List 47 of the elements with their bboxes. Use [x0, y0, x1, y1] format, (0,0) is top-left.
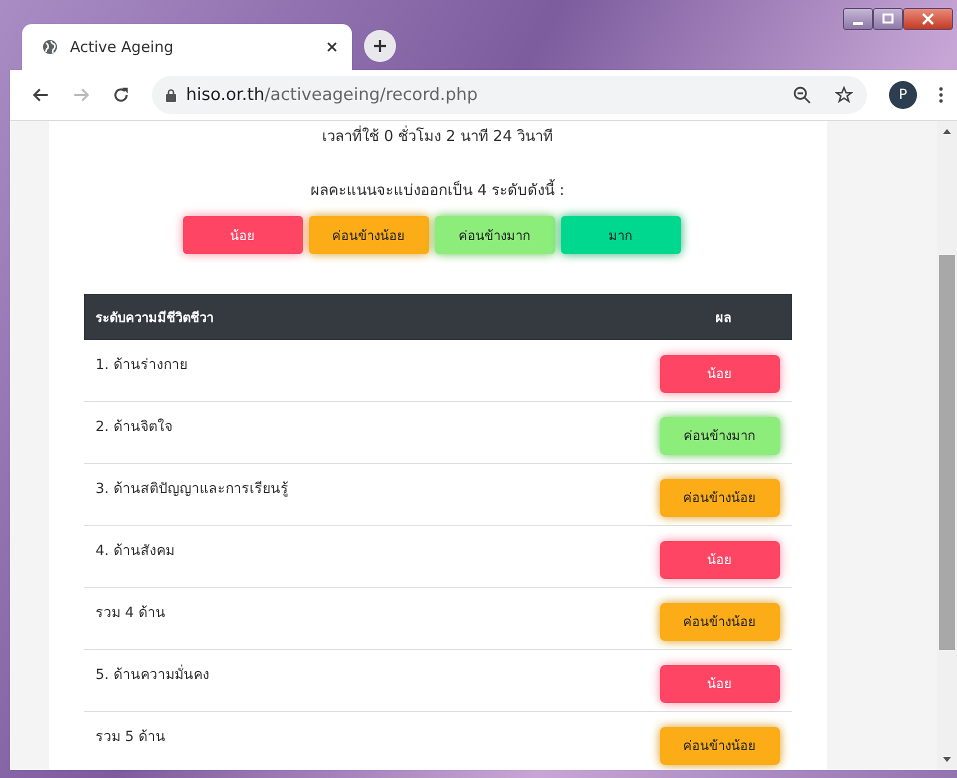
- result-badge: น้อย: [660, 540, 780, 578]
- minimize-icon: [853, 22, 863, 24]
- maximize-icon: [882, 13, 894, 25]
- address-bar[interactable]: hiso.or.th/activeageing/record.php: [152, 76, 867, 114]
- tab-title: Active Ageing: [70, 38, 174, 56]
- close-icon: [922, 13, 934, 25]
- scrollbar[interactable]: [937, 121, 957, 770]
- back-arrow-icon[interactable]: [32, 86, 50, 104]
- result-badge: น้อย: [660, 354, 780, 392]
- close-icon[interactable]: [326, 41, 338, 53]
- browser-tab[interactable]: Active Ageing: [22, 24, 352, 70]
- level-badge: น้อย: [182, 216, 302, 254]
- level-badge: มาก: [560, 216, 680, 254]
- scroll-down-icon[interactable]: [943, 757, 951, 763]
- maximize-button[interactable]: [873, 8, 903, 30]
- level-badge: ค่อนข้างมาก: [434, 216, 554, 254]
- result-badge: ค่อนข้างมาก: [660, 416, 780, 454]
- lock-icon: [166, 88, 176, 102]
- scroll-up-icon[interactable]: [943, 128, 951, 134]
- result-badge: น้อย: [660, 664, 780, 702]
- table-cell-text: 3. ด้านสติปัญญาและการเรียนรู้: [96, 480, 288, 499]
- star-icon[interactable]: [835, 86, 853, 104]
- globe-icon: [42, 39, 58, 55]
- table-cell-text: รวม 5 ด้าน: [96, 728, 166, 747]
- result-badge: ค่อนข้างน้อย: [660, 602, 780, 640]
- table-cell: 5. ด้านความมั่นคง: [96, 663, 210, 711]
- menu-icon[interactable]: [939, 87, 943, 103]
- new-tab-button[interactable]: [364, 30, 396, 62]
- result-badge: ค่อนข้างน้อย: [660, 478, 780, 516]
- profile-avatar[interactable]: P: [889, 81, 917, 109]
- reload-icon[interactable]: [112, 86, 130, 104]
- scrollbar-thumb[interactable]: [939, 255, 955, 650]
- levels-intro-text: ผลคะแนนจะแบ่งออกเป็น 4 ระดับดังนี้ :: [310, 178, 566, 201]
- close-button[interactable]: [903, 8, 953, 30]
- table-cell-text: 4. ด้านสังคม: [96, 542, 174, 561]
- level-badge: ค่อนข้างน้อย: [308, 216, 428, 254]
- table-cell-text: 1. ด้านร่างกาย: [96, 356, 188, 375]
- minimize-button[interactable]: [843, 8, 873, 30]
- table-cell-text: รวม 4 ด้าน: [96, 604, 166, 623]
- url-text: hiso.or.th/activeageing/record.php: [186, 85, 479, 105]
- plus-icon: [373, 39, 387, 53]
- result-badge: ค่อนข้างน้อย: [660, 726, 780, 764]
- column-header: ผล: [716, 310, 732, 328]
- column-header: ระดับความมีชีวิตชีวา: [96, 310, 214, 328]
- zoom-out-icon[interactable]: [793, 86, 811, 104]
- time-used-text: เวลาที่ใช้ 0 ชั่วโมง 2 นาที 24 วินาที: [321, 124, 554, 147]
- table-cell-text: 2. ด้านจิตใจ: [96, 418, 172, 437]
